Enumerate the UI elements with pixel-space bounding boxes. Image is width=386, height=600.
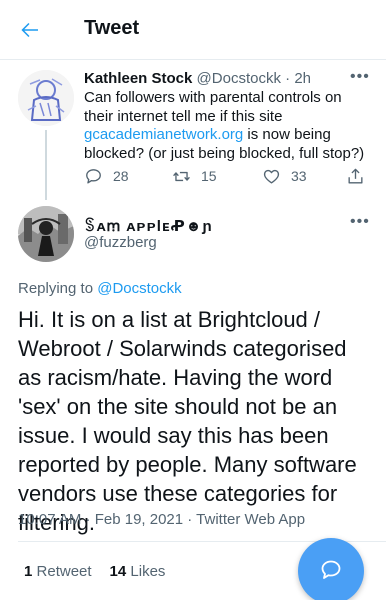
tweet-text-part: Can followers with parental controls on … bbox=[84, 89, 342, 125]
thread-connector bbox=[45, 130, 47, 200]
like-count: 33 bbox=[291, 168, 307, 184]
tweet-time: 2h bbox=[294, 70, 311, 87]
reply-icon bbox=[86, 168, 101, 184]
like-label: Likes bbox=[130, 563, 166, 580]
avatar-kathleen-stock[interactable] bbox=[18, 70, 74, 126]
retweet-count: 15 bbox=[201, 168, 217, 184]
replying-prefix: Replying to bbox=[18, 280, 98, 297]
author-handle[interactable]: @fuzzberg bbox=[84, 234, 157, 251]
retweet-count: 1 bbox=[24, 563, 33, 580]
tweet-timestamp[interactable]: 10:07 AM · Feb 19, 2021 · Twitter Web Ap… bbox=[18, 511, 305, 528]
compose-reply-icon bbox=[321, 560, 341, 579]
compose-reply-button[interactable] bbox=[298, 538, 364, 600]
back-arrow-icon[interactable] bbox=[18, 18, 42, 42]
reply-tweet-text: Hi. It is on a list at Brightcloud / Web… bbox=[18, 307, 357, 535]
retweet-label: Retweet bbox=[36, 563, 92, 580]
like-button[interactable]: 33 bbox=[262, 166, 307, 186]
avatar-fuzzberg[interactable] bbox=[18, 206, 74, 262]
author-name[interactable]: ꌗᴀꭑ ᴀᴘᴘlᴇꝒ☻ɲ bbox=[84, 215, 213, 236]
engagement-stats: 1 Retweet 14 Likes bbox=[24, 563, 165, 580]
page-title: Tweet bbox=[84, 17, 140, 39]
reply-count: 28 bbox=[113, 168, 129, 184]
heart-icon bbox=[263, 169, 280, 184]
retweets-stat[interactable]: 1 Retweet bbox=[24, 563, 92, 580]
author-name[interactable]: Kathleen Stock bbox=[84, 70, 192, 87]
share-button[interactable] bbox=[346, 166, 375, 186]
parent-tweet-header: Kathleen Stock @Docstockk · 2h bbox=[84, 70, 311, 87]
parent-tweet-text: Can followers with parental controls on … bbox=[84, 89, 374, 163]
parent-tweet-actions: 28 15 33 bbox=[84, 166, 374, 188]
replying-to: Replying to @Docstockk bbox=[18, 280, 182, 297]
like-count: 14 bbox=[109, 563, 127, 580]
separator-dot: · bbox=[285, 70, 291, 87]
reply-button[interactable]: 28 bbox=[84, 166, 129, 186]
share-icon bbox=[348, 168, 363, 184]
retweet-icon bbox=[173, 171, 190, 181]
tweet-link[interactable]: gcacademianetwork.org bbox=[84, 126, 243, 143]
retweet-button[interactable]: 15 bbox=[172, 166, 217, 186]
author-handle[interactable]: @Docstockk bbox=[197, 70, 281, 87]
top-bar: Tweet bbox=[0, 0, 386, 60]
more-dots-icon[interactable]: ••• bbox=[350, 213, 370, 231]
likes-stat[interactable]: 14 Likes bbox=[110, 563, 166, 580]
more-dots-icon[interactable]: ••• bbox=[350, 68, 370, 86]
replying-to-link[interactable]: @Docstockk bbox=[97, 280, 181, 297]
